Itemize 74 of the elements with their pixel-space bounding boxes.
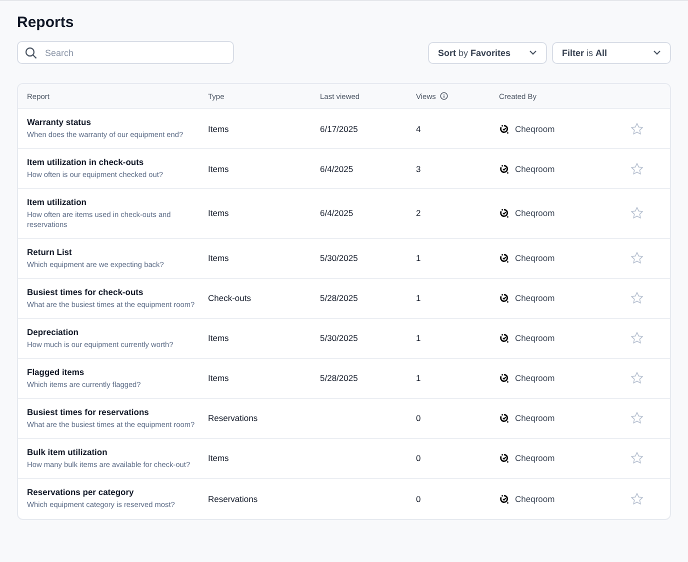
favorite-star-button[interactable] xyxy=(630,411,644,426)
search-field[interactable]: Search xyxy=(17,41,234,64)
logo-icon xyxy=(499,494,509,504)
creator-name: Cheqroom xyxy=(515,413,555,424)
table-cell-text: 6/4/2025 xyxy=(320,208,354,218)
creator-name: Cheqroom xyxy=(515,164,555,174)
chevron-down-icon xyxy=(529,50,537,55)
table-cell-text: 1 xyxy=(416,293,422,304)
logo-icon xyxy=(499,253,509,264)
table-cell-text: Items xyxy=(208,453,230,464)
chevron-down-icon xyxy=(653,50,661,55)
table-cell-text: 2 xyxy=(416,208,422,218)
table-cell-text: 6/4/2025 xyxy=(320,164,354,174)
favorite-star-button[interactable] xyxy=(630,291,644,306)
table-cell-text: 5/28/2025 xyxy=(320,293,359,304)
page-title: Reports xyxy=(17,13,75,28)
table-cell-text: 4 xyxy=(416,124,422,134)
table-cell-text: Reservations xyxy=(208,413,259,424)
creator-name: Cheqroom xyxy=(515,293,555,304)
logo-icon xyxy=(499,164,509,174)
table-cell-text: Items xyxy=(208,373,230,384)
creator-name: Cheqroom xyxy=(515,208,555,218)
table-cell-text: 0 xyxy=(416,413,422,424)
table-cell-text: 1 xyxy=(416,373,422,384)
report-name[interactable]: Item utilization xyxy=(27,197,208,207)
creator-name: Cheqroom xyxy=(515,333,555,344)
favorite-star-button[interactable] xyxy=(630,331,644,346)
logo-icon xyxy=(499,373,509,384)
favorite-star-button[interactable] xyxy=(630,451,644,466)
table-cell-text: Items xyxy=(208,333,230,344)
logo-icon xyxy=(499,453,509,464)
report-name[interactable]: Bulk item utilization xyxy=(27,446,208,457)
creator-name: Cheqroom xyxy=(515,494,555,504)
logo-icon xyxy=(499,293,509,304)
table-cell-text: Items xyxy=(208,208,230,218)
table-cell-text: 5/30/2025 xyxy=(320,253,359,264)
logo-icon xyxy=(499,413,509,424)
creator-name: Cheqroom xyxy=(515,373,555,384)
table-cell-text: Items xyxy=(208,124,230,134)
report-name[interactable]: Flagged items xyxy=(27,366,208,377)
report-name[interactable]: Busiest times for check-outs xyxy=(27,286,208,297)
report-name[interactable]: Reservations per category xyxy=(27,487,208,498)
report-name[interactable]: Item utilization in check-outs xyxy=(27,157,208,167)
table-cell-text: Items xyxy=(208,253,230,264)
table-cell-text: 0 xyxy=(416,453,422,464)
table-cell-text: 6/17/2025 xyxy=(320,124,359,134)
table-cell-text: 5/28/2025 xyxy=(320,373,359,384)
report-name[interactable]: Return List xyxy=(27,246,208,257)
table-cell-text: 3 xyxy=(416,164,422,174)
table-cell-text: 1 xyxy=(416,333,422,344)
creator-name: Cheqroom xyxy=(515,453,555,464)
creator-name: Cheqroom xyxy=(515,253,555,264)
logo-icon xyxy=(499,124,509,134)
favorite-star-button[interactable] xyxy=(630,371,644,386)
table-cell-text: 0 xyxy=(416,494,422,504)
report-name[interactable]: Depreciation xyxy=(27,326,208,337)
table-cell-text: Reservations xyxy=(208,494,259,504)
table-cell-text: 1 xyxy=(416,253,422,264)
table-cell-text: 5/30/2025 xyxy=(320,333,359,344)
table-cell-text: Check-outs xyxy=(208,293,252,304)
table-cell-text: Items xyxy=(208,164,230,174)
logo-icon xyxy=(499,333,509,344)
sort-dropdown[interactable]: Sort by Favorites xyxy=(428,42,547,64)
filter-dropdown[interactable]: Filter is All xyxy=(552,42,671,64)
favorite-star-button[interactable] xyxy=(630,206,644,220)
favorite-star-button[interactable] xyxy=(630,251,644,266)
creator-name: Cheqroom xyxy=(515,124,555,134)
report-name[interactable]: Warranty status xyxy=(27,117,208,127)
favorite-star-button[interactable] xyxy=(630,492,644,506)
favorite-star-button[interactable] xyxy=(630,162,644,176)
logo-icon xyxy=(499,208,509,218)
favorite-star-button[interactable] xyxy=(630,122,644,136)
info-icon xyxy=(440,92,448,100)
report-name[interactable]: Busiest times for reservations xyxy=(27,406,208,417)
